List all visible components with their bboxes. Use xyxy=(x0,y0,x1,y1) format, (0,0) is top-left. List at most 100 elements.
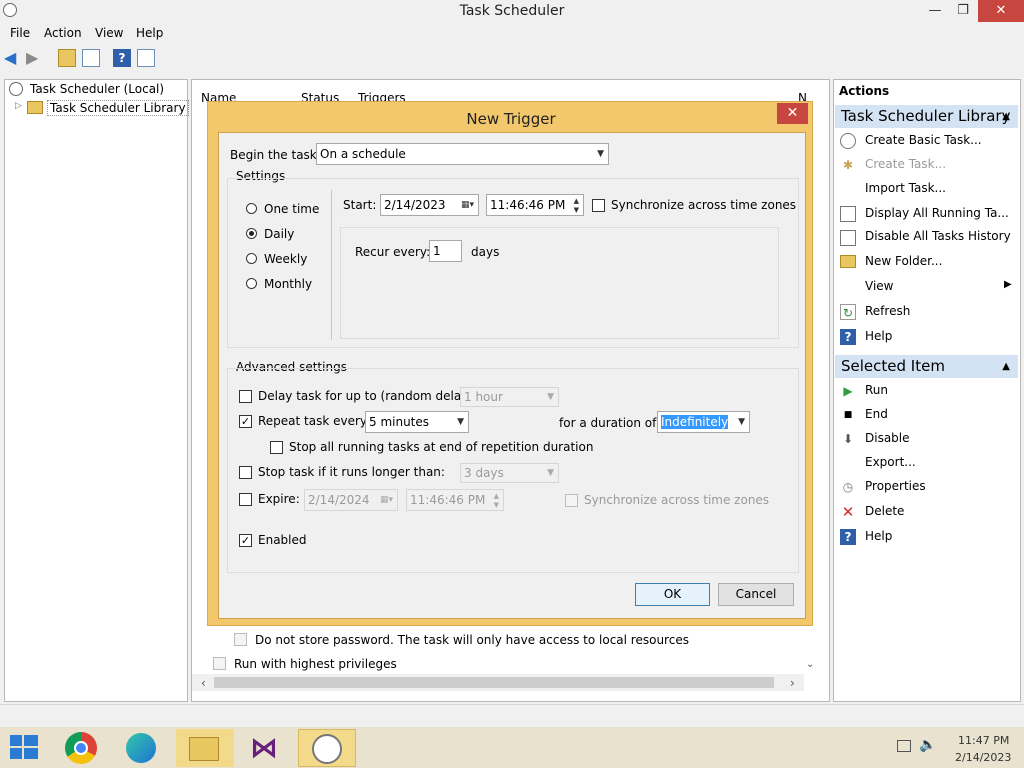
stop-longer-checkbox[interactable] xyxy=(239,466,252,479)
action-properties[interactable]: Properties xyxy=(865,479,926,493)
start-date-value: 2/14/2023 xyxy=(384,198,446,212)
stop-all-checkbox[interactable] xyxy=(270,441,283,454)
action-new-folder[interactable]: New Folder... xyxy=(865,254,942,268)
create-task-icon: ✱ xyxy=(842,158,854,172)
tree-library[interactable]: Task Scheduler Library xyxy=(47,100,189,116)
expire-label: Expire: xyxy=(258,492,300,506)
action-help[interactable]: Help xyxy=(865,329,892,343)
action-delete[interactable]: Delete xyxy=(865,504,904,518)
repeat-checkbox[interactable]: ✓ xyxy=(239,415,252,428)
action-view[interactable]: View xyxy=(865,279,893,293)
sync-timezones-label: Synchronize across time zones xyxy=(611,198,797,212)
windows-logo-icon xyxy=(10,748,22,759)
up-folder-icon[interactable] xyxy=(58,49,76,67)
scroll-right-arrow-icon[interactable]: › xyxy=(790,676,795,690)
dialog-close-button[interactable]: ✕ xyxy=(777,103,808,124)
radio-monthly-label: Monthly xyxy=(264,277,313,291)
chevron-down-icon: ▼ xyxy=(738,417,745,427)
calendar-icon[interactable]: ▦▾ xyxy=(380,490,393,510)
action-import-task[interactable]: Import Task... xyxy=(865,181,946,195)
action-export[interactable]: Export... xyxy=(865,455,916,469)
enabled-checkbox[interactable]: ✓ xyxy=(239,534,252,547)
highest-privileges-checkbox[interactable] xyxy=(213,657,226,670)
vs-logo-icon: ⋈ xyxy=(250,731,278,764)
action-create-task[interactable]: Create Task... xyxy=(865,157,946,171)
radio-daily[interactable] xyxy=(246,228,257,239)
collapse-arrow-icon[interactable]: ▲ xyxy=(1002,105,1010,128)
task-scheduler-taskbar-icon[interactable] xyxy=(298,729,356,767)
action-refresh[interactable]: Refresh xyxy=(865,304,910,318)
visual-studio-icon[interactable]: ⋈ xyxy=(242,729,286,767)
selected-item-section-header[interactable]: Selected Item ▲ xyxy=(835,355,1018,378)
menu-file[interactable]: File xyxy=(10,26,30,40)
sync-timezones-checkbox[interactable] xyxy=(592,199,605,212)
forward-arrow-icon[interactable]: ▶ xyxy=(26,49,44,67)
close-button[interactable]: ✕ xyxy=(978,0,1024,22)
store-password-checkbox[interactable] xyxy=(234,633,247,646)
show-hide-action-pane-icon[interactable] xyxy=(137,49,155,67)
duration-dropdown[interactable]: Indefinitely ▼ xyxy=(657,411,750,433)
ok-button[interactable]: OK xyxy=(635,583,710,606)
file-explorer-icon[interactable] xyxy=(176,729,234,767)
action-run[interactable]: Run xyxy=(865,383,888,397)
volume-icon[interactable]: 🔈 xyxy=(919,737,936,753)
action-disable[interactable]: Disable xyxy=(865,431,910,445)
action-create-basic-task[interactable]: Create Basic Task... xyxy=(865,133,982,147)
collapse-arrow-icon[interactable]: ▲ xyxy=(1002,355,1010,378)
repeat-dropdown[interactable]: 5 minutes ▼ xyxy=(365,411,469,433)
windows-start-icon[interactable] xyxy=(10,735,38,761)
recur-input[interactable]: 1 xyxy=(429,240,462,262)
expand-arrow-icon[interactable]: ▷ xyxy=(15,101,22,111)
menu-help[interactable]: Help xyxy=(136,26,163,40)
action-help-selected[interactable]: Help xyxy=(865,529,892,543)
horizontal-scroll-thumb[interactable] xyxy=(214,677,774,688)
start-label: Start: xyxy=(343,198,377,212)
scroll-left-arrow-icon[interactable]: ‹ xyxy=(201,676,206,690)
cancel-button[interactable]: Cancel xyxy=(718,583,794,606)
menu-action[interactable]: Action xyxy=(44,26,82,40)
stop-longer-dropdown[interactable]: 3 days ▼ xyxy=(460,463,559,483)
delay-dropdown[interactable]: 1 hour ▼ xyxy=(460,387,559,407)
library-section-header[interactable]: Task Scheduler Library ▲ xyxy=(835,105,1018,128)
calendar-icon[interactable]: ▦▾ xyxy=(461,195,474,215)
chevron-down-icon: ▼ xyxy=(547,468,554,478)
display-running-icon xyxy=(840,206,856,222)
taskbar-date[interactable]: 2/14/2023 xyxy=(955,751,1011,764)
recur-label: Recur every: xyxy=(355,245,431,259)
chrome-icon[interactable] xyxy=(60,729,104,767)
action-display-running[interactable]: Display All Running Ta... xyxy=(865,206,1009,220)
expire-sync-checkbox[interactable] xyxy=(565,494,578,507)
radio-one-time[interactable] xyxy=(246,203,257,214)
delay-checkbox[interactable] xyxy=(239,390,252,403)
stop-longer-label: Stop task if it runs longer than: xyxy=(258,465,445,479)
scroll-down-arrow-icon[interactable]: ⌄ xyxy=(806,659,814,670)
expire-checkbox[interactable] xyxy=(239,493,252,506)
radio-weekly[interactable] xyxy=(246,253,257,264)
edge-icon[interactable] xyxy=(120,729,164,767)
expire-time-field[interactable]: 11:46:46 PM ▲ ▼ xyxy=(406,489,504,511)
recur-value: 1 xyxy=(433,244,441,258)
radio-monthly[interactable] xyxy=(246,278,257,289)
duration-value: Indefinitely xyxy=(661,415,729,429)
menu-view[interactable]: View xyxy=(95,26,123,40)
action-disable-history[interactable]: Disable All Tasks History xyxy=(865,229,1011,243)
delay-value: 1 hour xyxy=(464,390,503,404)
dialog-body: Begin the task: On a schedule ▼ Settings… xyxy=(218,132,806,619)
tree-root[interactable]: Task Scheduler (Local) xyxy=(30,82,164,96)
spinner-icon[interactable]: ▲ ▼ xyxy=(574,197,579,215)
taskbar-time[interactable]: 11:47 PM xyxy=(958,734,1009,747)
action-end[interactable]: End xyxy=(865,407,888,421)
back-arrow-icon[interactable]: ◀ xyxy=(4,49,22,67)
status-bar xyxy=(0,704,1024,727)
help-icon[interactable]: ? xyxy=(113,49,131,67)
expire-date-picker[interactable]: 2/14/2024 ▦▾ xyxy=(304,489,398,511)
window-title: Task Scheduler xyxy=(459,3,565,19)
show-hide-tree-icon[interactable] xyxy=(82,49,100,67)
radio-daily-label: Daily xyxy=(264,227,295,241)
network-icon[interactable] xyxy=(897,740,911,752)
start-date-picker[interactable]: 2/14/2023 ▦▾ xyxy=(380,194,479,216)
spinner-icon[interactable]: ▲ ▼ xyxy=(494,492,499,510)
start-time-field[interactable]: 11:46:46 PM ▲ ▼ xyxy=(486,194,584,216)
begin-task-dropdown[interactable]: On a schedule ▼ xyxy=(316,143,609,165)
end-icon: ■ xyxy=(843,410,853,420)
